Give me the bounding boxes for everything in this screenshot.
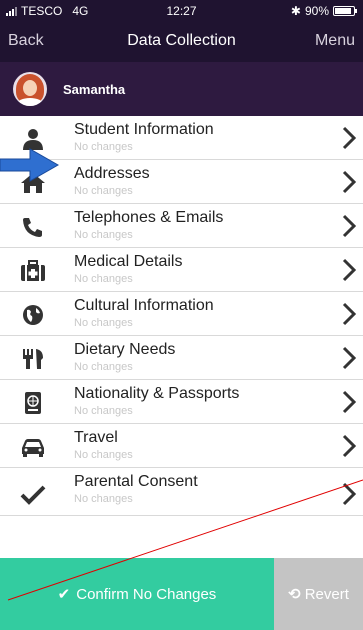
item-status: No changes [74,361,133,373]
avatar [13,72,47,106]
chevron-right-icon [342,214,357,238]
phone-icon [23,218,42,237]
item-status: No changes [74,405,133,417]
chevron-right-icon [342,170,357,194]
item-status: No changes [74,141,133,153]
item-label: Nationality & Passports [74,385,240,402]
item-label: Telephones & Emails [74,209,224,226]
list-item-cultural-information[interactable]: Cultural Information No changes [0,292,363,336]
status-bar: TESCO 4G 12:27 ✱ 90% [0,0,363,22]
item-label: Dietary Needs [74,341,176,358]
battery-percent: 90% [304,4,329,18]
menu-button[interactable]: Menu [315,32,355,50]
bottom-action-bar: ✔ Confirm No Changes ⟲ Revert [0,558,363,630]
list-item-parental-consent[interactable]: Parental Consent No changes [0,468,363,516]
page-title: Data Collection [127,32,236,49]
user-bar: Samantha [0,62,363,116]
confirm-no-changes-button[interactable]: ✔ Confirm No Changes [0,558,274,630]
item-status: No changes [74,493,133,505]
list-item-telephones-emails[interactable]: Telephones & Emails No changes [0,204,363,248]
car-icon [22,439,44,457]
revert-label: Revert [304,585,349,603]
item-label: Addresses [74,165,150,182]
item-label: Travel [74,429,118,446]
list-item-medical-details[interactable]: Medical Details No changes [0,248,363,292]
chevron-right-icon [342,482,357,506]
list-item-travel[interactable]: Travel No changes [0,424,363,468]
item-label: Cultural Information [74,297,214,314]
item-label: Student Information [74,121,214,138]
chevron-right-icon [342,258,357,282]
check-icon: ✔ [57,586,71,603]
revert-button[interactable]: ⟲ Revert [274,558,363,630]
item-status: No changes [74,273,133,285]
chevron-right-icon [342,390,357,414]
list-item-dietary-needs[interactable]: Dietary Needs No changes [0,336,363,380]
chevron-right-icon [342,434,357,458]
item-status: No changes [74,229,133,241]
nav-bar: Back Data Collection Menu [0,22,363,62]
globe-icon [23,305,43,325]
item-label: Parental Consent [74,473,198,490]
item-label: Medical Details [74,253,183,270]
status-right: ✱ 90% [290,4,357,18]
chevron-right-icon [342,302,357,326]
chevron-right-icon [342,126,357,150]
item-status: No changes [74,449,133,461]
chevron-right-icon [342,346,357,370]
item-status: No changes [74,317,133,329]
callout-arrow-icon [0,148,60,182]
cutlery-icon [23,349,43,369]
user-name: Samantha [63,81,126,97]
bluetooth-icon: ✱ [290,4,301,18]
undo-icon: ⟲ [288,586,301,603]
item-status: No changes [74,185,133,197]
battery-icon [333,6,357,16]
medical-kit-icon [21,260,45,281]
confirm-label: Confirm No Changes [76,585,217,603]
list-item-nationality-passports[interactable]: Nationality & Passports No changes [0,380,363,424]
passport-icon [25,392,41,414]
checkmark-icon [20,485,46,505]
